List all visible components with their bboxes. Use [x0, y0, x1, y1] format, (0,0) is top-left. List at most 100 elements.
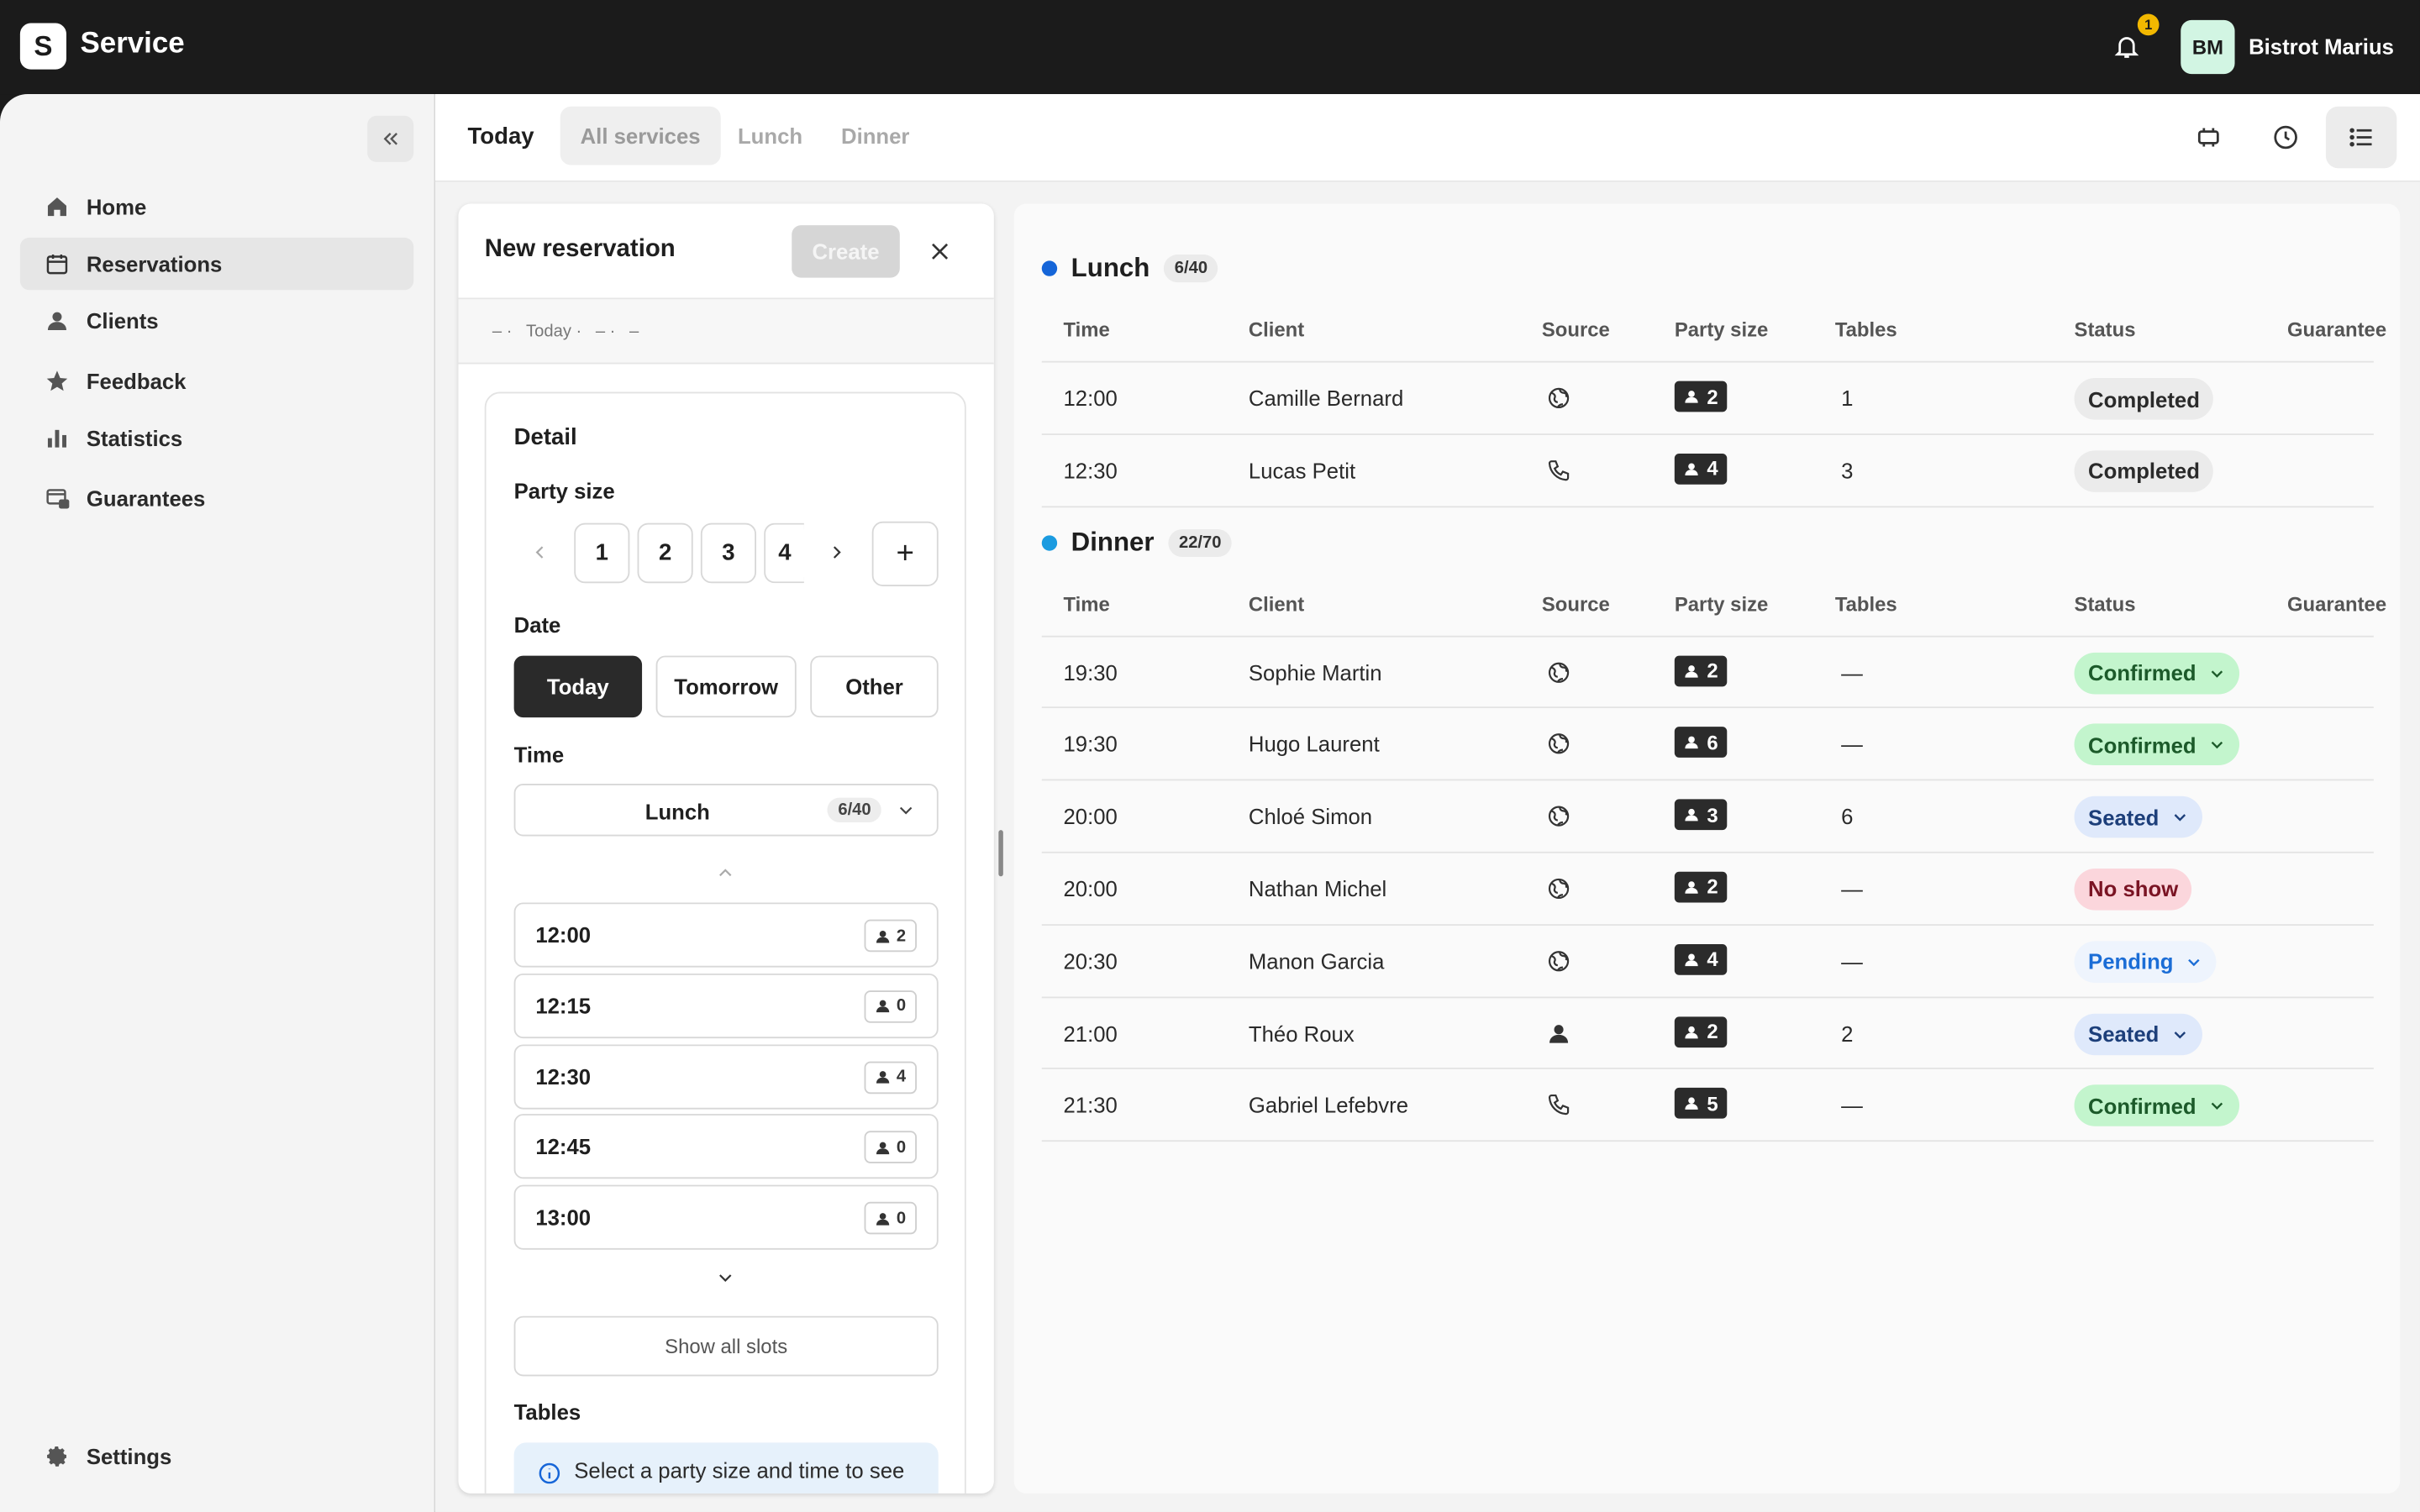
sidebar: Home Reservations Clients Feedback Statistic… [0, 94, 435, 1512]
time-slot[interactable]: 12:00 2 [513, 902, 939, 968]
row-client[interactable]: Chloé Simon [1249, 804, 1372, 828]
person-icon [1684, 663, 1699, 678]
party-size-4[interactable]: 4 [764, 522, 804, 584]
party-size-badge: 2 [1674, 381, 1728, 412]
sidebar-item-settings[interactable]: Settings [20, 1431, 413, 1483]
service-select[interactable]: Lunch 6/40 [513, 784, 939, 837]
show-all-slots-button[interactable]: Show all slots [513, 1315, 939, 1377]
tab-all-services[interactable]: All services [560, 106, 721, 165]
date-other-button[interactable]: Other [810, 655, 939, 718]
column-header-status: Status [2074, 591, 2136, 616]
summary-time: – · [595, 321, 616, 340]
custom-party-size-button[interactable]: + [871, 521, 939, 586]
date-today-button[interactable]: Today [513, 655, 643, 718]
slot-count: 0 [896, 1209, 907, 1228]
column-header-guarantee: Guarantee [2286, 318, 2387, 341]
table-row[interactable]: 20:00 Nathan Michel 2 — No show [1041, 851, 2374, 924]
summary-table: – [629, 321, 639, 340]
column-header-source: Source [1541, 318, 1610, 341]
tab-today[interactable]: Today [448, 107, 555, 165]
chevron-up-icon[interactable] [712, 863, 739, 885]
status-badge[interactable]: Confirmed [2074, 652, 2240, 694]
status-badge[interactable]: Confirmed [2074, 1084, 2240, 1127]
column-header-status: Status [2074, 318, 2136, 341]
chevron-down-icon[interactable] [712, 1267, 739, 1289]
sidebar-item-feedback[interactable]: Feedback [20, 354, 413, 407]
bell-icon[interactable] [2108, 28, 2145, 65]
status-badge: Completed [2074, 449, 2214, 492]
chevron-down-icon [2171, 809, 2188, 826]
tab-lunch[interactable]: Lunch [718, 107, 823, 165]
create-button[interactable]: Create [792, 225, 900, 278]
time-slot[interactable]: 12:45 0 [513, 1114, 939, 1179]
party-size-1[interactable]: 1 [574, 522, 630, 584]
app-logo[interactable]: S [19, 23, 66, 70]
person-icon [875, 1210, 890, 1226]
date-tomorrow-button[interactable]: Tomorrow [655, 655, 797, 718]
table-row[interactable]: 19:30 Sophie Martin 2 — Confirmed [1041, 634, 2374, 707]
column-header-source: Source [1541, 591, 1610, 616]
time-slot[interactable]: 12:30 4 [513, 1043, 939, 1109]
globe-icon [1545, 802, 1573, 830]
home-icon [43, 193, 71, 221]
row-tables: — [1841, 1093, 1863, 1118]
time-slot[interactable]: 13:00 0 [513, 1184, 939, 1251]
sidebar-item-reservations[interactable]: Reservations [19, 237, 414, 291]
party-size-3[interactable]: 3 [700, 522, 756, 584]
table-row[interactable]: 20:30 Manon Garcia 4 — Pending [1041, 923, 2374, 996]
status-badge[interactable]: Seated [2074, 1012, 2202, 1055]
globe-icon [1545, 874, 1573, 902]
person-icon [43, 307, 71, 335]
sidebar-item-statistics[interactable]: Statistics [20, 412, 413, 464]
date-label: Date [513, 612, 561, 638]
slot-count-badge: 0 [864, 1131, 917, 1164]
slot-count: 0 [896, 1138, 907, 1158]
close-icon[interactable] [922, 233, 959, 270]
sidebar-item-clients[interactable]: Clients [20, 295, 413, 347]
row-client[interactable]: Manon Garcia [1249, 948, 1385, 973]
timeline-button[interactable] [2250, 107, 2321, 168]
row-client[interactable]: Camille Bernard [1249, 386, 1403, 410]
row-time: 12:30 [1063, 458, 1118, 483]
sidebar-item-home[interactable]: Home [20, 181, 413, 233]
table-row[interactable]: 21:00 Théo Roux 2 2 Seated [1041, 995, 2374, 1068]
avatar[interactable]: BM [2181, 19, 2235, 75]
chevron-right-icon[interactable] [823, 538, 850, 566]
collapse-sidebar-button[interactable] [367, 115, 414, 162]
status-badge[interactable]: Confirmed [2074, 724, 2240, 766]
row-client[interactable]: Hugo Laurent [1249, 732, 1380, 756]
tab-dinner[interactable]: Dinner [821, 107, 929, 165]
time-slot[interactable]: 12:15 0 [513, 973, 939, 1038]
chevron-left-icon[interactable] [526, 538, 554, 566]
slot-count: 2 [896, 926, 907, 945]
person-icon [1684, 735, 1699, 750]
status-badge[interactable]: Pending [2074, 940, 2217, 983]
person-icon [875, 1069, 890, 1084]
row-client[interactable]: Nathan Michel [1249, 876, 1386, 900]
row-client[interactable]: Lucas Petit [1249, 458, 1355, 482]
status-label: Pending [2088, 949, 2174, 974]
row-tables: 3 [1841, 458, 1854, 483]
chevron-down-icon [893, 798, 918, 822]
clock-icon [2274, 125, 2297, 150]
table-row[interactable]: 19:30 Hugo Laurent 6 — Confirmed [1041, 706, 2374, 780]
row-tables: 6 [1841, 804, 1854, 829]
status-badge: Completed [2074, 377, 2214, 420]
table-row[interactable]: 12:00 Camille Bernard 2 1 Completed [1041, 360, 2374, 433]
status-badge[interactable]: Seated [2074, 796, 2202, 838]
floor-plan-button[interactable] [2173, 107, 2244, 168]
table-row[interactable]: 20:00 Chloé Simon 3 6 Seated [1041, 779, 2374, 852]
table-row[interactable]: 21:30 Gabriel Lefebvre 5 — Confirmed [1041, 1068, 2374, 1141]
sidebar-item-guarantees[interactable]: Guarantees [20, 472, 413, 524]
row-time: 20:00 [1063, 876, 1118, 901]
person-icon [1684, 1096, 1699, 1111]
row-client[interactable]: Gabriel Lefebvre [1249, 1093, 1408, 1117]
table-row[interactable]: 12:30 Lucas Petit 4 3 Completed [1041, 433, 2374, 506]
row-tables: — [1841, 948, 1863, 974]
panel-resize-handle[interactable] [998, 830, 1003, 877]
row-client[interactable]: Théo Roux [1249, 1021, 1355, 1045]
party-size-2[interactable]: 2 [637, 522, 693, 584]
row-client[interactable]: Sophie Martin [1249, 659, 1382, 684]
user-name[interactable]: Bistrot Marius [2249, 34, 2394, 58]
list-view-button[interactable] [2325, 106, 2397, 169]
